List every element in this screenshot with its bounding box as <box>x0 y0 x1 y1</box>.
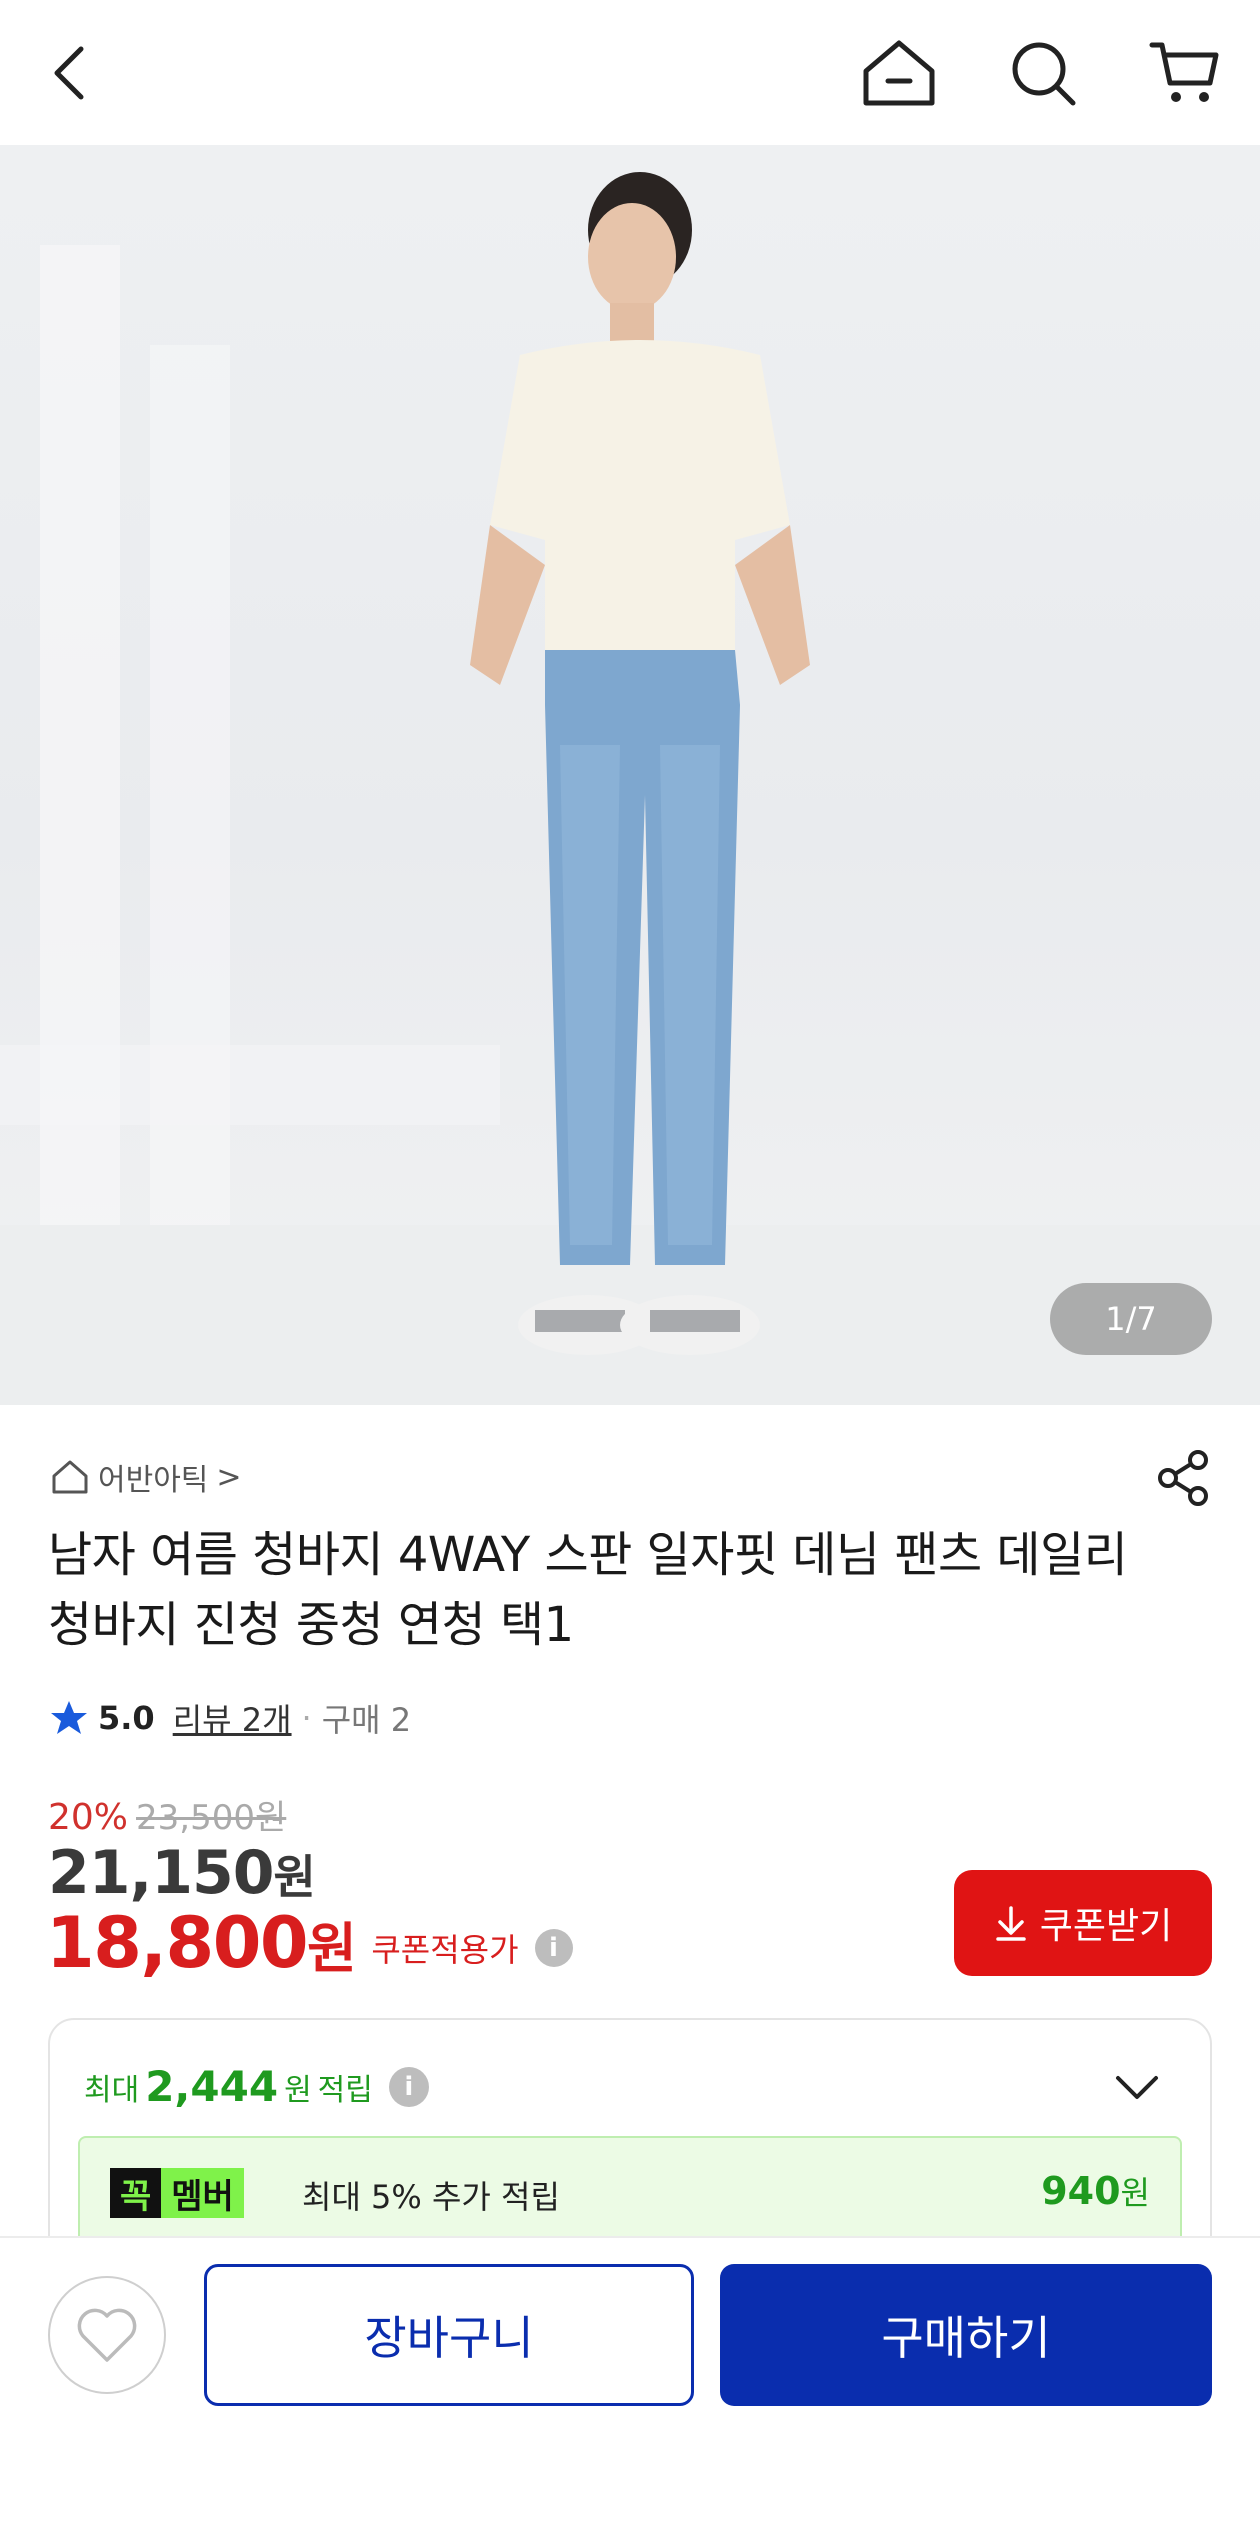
search-button[interactable] <box>1000 30 1086 116</box>
product-title: 남자 여름 청바지 4WAY 스판 일자핏 데님 팬츠 데일리청바지 진청 중청… <box>48 1527 1128 1653</box>
chevron-left-icon <box>54 46 84 100</box>
review-link[interactable]: 리뷰 2개 <box>173 1695 292 1741</box>
product-image-gallery[interactable]: 1/7 <box>0 145 1260 1405</box>
rating-row: 5.0 리뷰 2개 · 구매 2 <box>50 1693 411 1743</box>
membership-badge-part1: 꼭 <box>110 2168 162 2218</box>
membership-amount-unit: 원 <box>1120 2174 1150 2212</box>
points-prefix: 최대 <box>84 2072 140 2108</box>
cart-icon <box>1149 42 1219 102</box>
coupon-price-value: 18,800 <box>46 1902 309 1984</box>
max-points-row[interactable]: 최대 2,444 원 적립 i <box>84 2062 429 2111</box>
star-icon <box>51 1701 87 1734</box>
sale-price: 21,150원 <box>48 1838 316 1908</box>
share-button[interactable] <box>1152 1446 1216 1510</box>
original-price: 23,500원 <box>136 1798 287 1838</box>
coupon-applied-label: 쿠폰적용가 <box>371 1931 519 1969</box>
home-icon <box>52 1460 88 1494</box>
download-icon <box>996 1906 1026 1941</box>
image-counter: 1/7 <box>1050 1283 1212 1355</box>
product-photo <box>0 172 1260 1405</box>
points-unit: 원 <box>284 2072 312 2108</box>
add-to-cart-button[interactable]: 장바구니 <box>204 2264 694 2406</box>
top-nav-bar <box>0 0 1260 145</box>
purchase-count: 구매 2 <box>321 1701 412 1739</box>
info-icon[interactable]: i <box>534 1929 573 1967</box>
chevron-right-icon: > <box>216 1459 242 1495</box>
points-amount: 2,444 <box>145 2062 279 2111</box>
get-coupon-label: 쿠폰받기 <box>1039 1906 1173 1947</box>
membership-amount-value: 940 <box>1041 2169 1121 2213</box>
coupon-price-row: 18,800원 쿠폰적용가 i <box>46 1902 573 1984</box>
discount-rate: 20% <box>48 1797 129 1838</box>
membership-text: 최대 5% 추가 적립 <box>302 2178 560 2216</box>
membership-amount: 940원 <box>1041 2168 1150 2214</box>
discount-row: 20% 23,500원 <box>48 1790 286 1839</box>
heart-icon <box>77 2308 137 2362</box>
wishlist-button[interactable] <box>48 2276 166 2394</box>
get-coupon-button[interactable]: 쿠폰받기 <box>954 1870 1212 1976</box>
points-suffix: 적립 <box>317 2072 373 2108</box>
home-icon <box>863 40 935 106</box>
buy-now-button[interactable]: 구매하기 <box>720 2264 1212 2406</box>
rating-score: 5.0 <box>98 1699 155 1737</box>
info-icon[interactable]: i <box>388 2066 429 2107</box>
separator-dot: · <box>301 1699 312 1737</box>
coupon-price: 18,800원 <box>46 1902 357 1984</box>
store-link[interactable]: 어반아틱 > <box>50 1452 242 1502</box>
share-icon <box>1158 1450 1208 1506</box>
membership-badge-part2: 멤버 <box>161 2168 244 2218</box>
chevron-down-icon[interactable] <box>1110 2060 1164 2114</box>
coupon-price-unit: 원 <box>307 1917 357 1980</box>
store-name: 어반아틱 <box>98 1463 209 1498</box>
membership-row: 꼭 멤버 최대 5% 추가 적립 940원 <box>78 2136 1182 2246</box>
home-button[interactable] <box>856 30 942 116</box>
sale-price-unit: 원 <box>273 1850 316 1904</box>
sale-price-value: 21,150 <box>48 1838 275 1908</box>
cart-button[interactable] <box>1142 30 1228 116</box>
back-button[interactable] <box>28 30 114 116</box>
bottom-action-bar: 장바구니 구매하기 <box>0 2236 1260 2532</box>
search-icon <box>1012 42 1076 106</box>
membership-badge: 꼭 멤버 <box>110 2168 244 2218</box>
